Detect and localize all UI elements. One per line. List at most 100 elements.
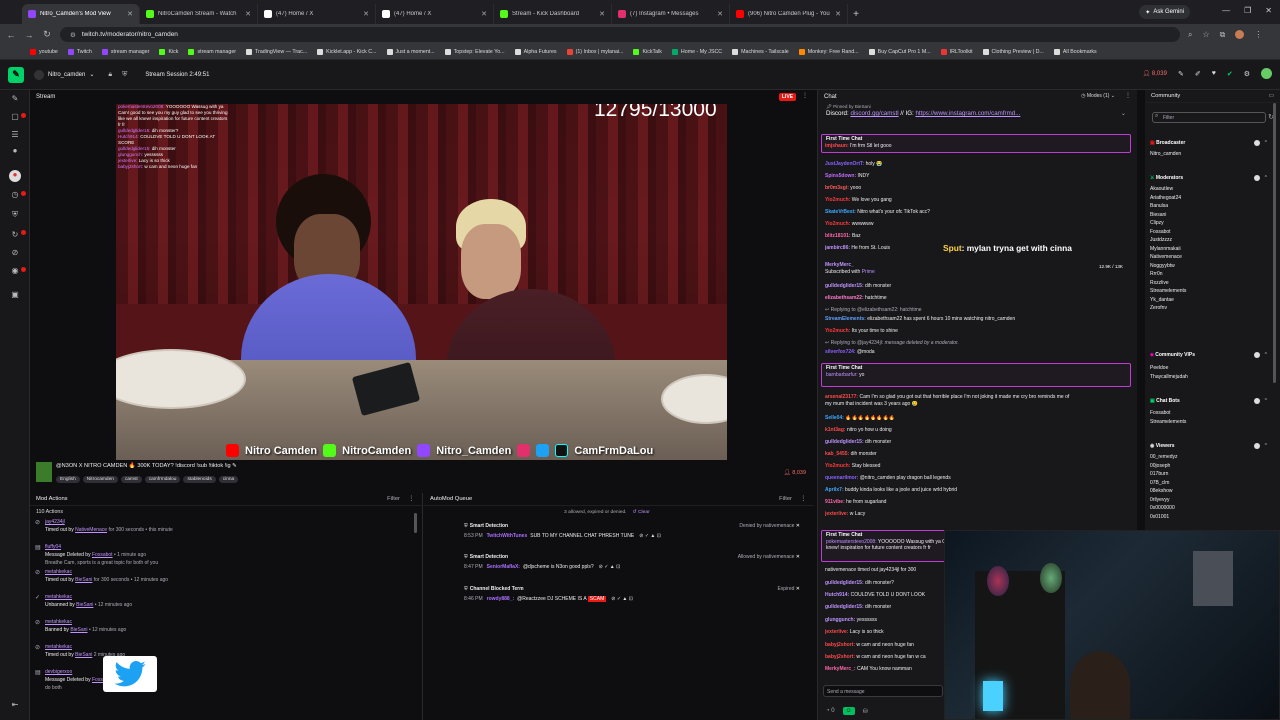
- widget-icon[interactable]: ▣: [9, 290, 21, 302]
- bookmark-item[interactable]: Topstep: Elevate Yo...: [444, 49, 505, 55]
- stream-tag[interactable]: cinna: [218, 476, 239, 483]
- chat-username[interactable]: Yio2much:: [825, 463, 850, 469]
- mod-action-user[interactable]: metahkekac: [45, 643, 422, 651]
- bookmark-item[interactable]: Twitch: [67, 49, 92, 55]
- browser-tab[interactable]: Stream - Kick Dashboard ✕: [494, 4, 612, 24]
- pencil-icon[interactable]: ✎: [9, 94, 21, 106]
- chat-username[interactable]: Spins5down:: [825, 173, 856, 179]
- chat-username[interactable]: MerkyMerc_:: [825, 666, 856, 672]
- community-user[interactable]: Biesani: [1150, 211, 1186, 220]
- browser-tab[interactable]: (7) Instagram • Messages ✕: [612, 4, 730, 24]
- chat-username[interactable]: gulldedglider15:: [825, 283, 864, 289]
- chat-modes-button[interactable]: ◷ Modes (1) ⌄: [1081, 93, 1115, 99]
- shield-icon[interactable]: ⛨: [122, 71, 127, 79]
- chat-username[interactable]: Yio2much:: [825, 221, 850, 227]
- broadcaster-section[interactable]: ▣ Broadcaster ⌃: [1150, 140, 1272, 146]
- community-user[interactable]: Fossabot: [1150, 228, 1186, 237]
- chat-username[interactable]: babyj2short:: [825, 654, 855, 660]
- community-user[interactable]: Fossabot: [1150, 409, 1186, 418]
- tab-close-icon[interactable]: ✕: [245, 10, 251, 18]
- community-user[interactable]: Banulsa: [1150, 202, 1186, 211]
- channel-switcher[interactable]: Nitro_camden ⌄: [34, 69, 94, 80]
- community-user[interactable]: 07B_clm: [1150, 479, 1178, 488]
- tab-close-icon[interactable]: ✕: [481, 10, 487, 18]
- community-user[interactable]: Thaycallmejudah: [1150, 373, 1188, 382]
- bookmark-item[interactable]: Kicklet.app - Kick C...: [317, 49, 377, 55]
- chat-username[interactable]: k1nt3ag:: [825, 427, 846, 433]
- bookmark-item[interactable]: Clothing Preview | D...: [982, 49, 1044, 55]
- chat-username[interactable]: imjshaun:: [825, 143, 849, 149]
- community-user[interactable]: Noggyybtw: [1150, 262, 1186, 271]
- automod-filter-button[interactable]: Filter: [779, 496, 792, 502]
- close-window-icon[interactable]: ✕: [1265, 6, 1272, 15]
- chat-username[interactable]: queenarilmor:: [825, 475, 858, 481]
- bookmark-item[interactable]: Just a moment...: [386, 49, 435, 55]
- edit-icon[interactable]: ✎: [1178, 70, 1184, 78]
- community-user[interactable]: 0x0000000: [1150, 504, 1178, 513]
- discord-link[interactable]: discord.gg/camstl: [850, 110, 898, 117]
- browser-tab[interactable]: (47) Home / X ✕: [258, 4, 376, 24]
- chat-username[interactable]: gulldedglider15:: [825, 580, 864, 586]
- ask-gemini-button[interactable]: ✦ Ask Gemini: [1139, 5, 1190, 19]
- bookmark-item[interactable]: youtube: [30, 49, 58, 55]
- bookmark-item[interactable]: TradingView — Trac...: [246, 49, 307, 55]
- chat-username[interactable]: Yio2much:: [825, 328, 850, 334]
- chat-username[interactable]: JustJaydenOrtT:: [825, 161, 864, 167]
- new-tab-button[interactable]: +: [848, 4, 864, 24]
- community-user[interactable]: Peeldoe: [1150, 364, 1188, 373]
- site-info-icon[interactable]: ⚙: [70, 31, 76, 39]
- chat-username[interactable]: gulldedglider15:: [825, 604, 864, 610]
- vips-section[interactable]: ◆ Community VIPs ⌃: [1150, 352, 1272, 358]
- tab-close-icon[interactable]: ✕: [717, 10, 723, 18]
- channel-points-icon[interactable]: ◔ 0: [826, 708, 835, 714]
- community-scrollbar[interactable]: [1273, 103, 1276, 383]
- community-filter-input[interactable]: Filter: [1152, 112, 1266, 123]
- automod-dismiss-icon[interactable]: ✕: [794, 554, 800, 560]
- bookmark-item[interactable]: Alpha Futures: [514, 49, 557, 55]
- chat-username[interactable]: Aprilx7:: [825, 487, 844, 493]
- community-collapse-icon[interactable]: ▭: [1269, 93, 1274, 99]
- mod-action-moderator[interactable]: BieSani: [76, 602, 93, 608]
- browser-tab[interactable]: Nitro_Camden's Mod View ✕: [22, 4, 140, 24]
- chat-username[interactable]: babyj2short:: [825, 642, 855, 648]
- browser-tab[interactable]: (47) Home / X ✕: [376, 4, 494, 24]
- user-avatar[interactable]: [1261, 68, 1272, 79]
- list-icon[interactable]: ☰: [9, 130, 21, 142]
- mod-action-moderator[interactable]: Fossabot: [92, 552, 113, 558]
- chat-username[interactable]: Yio2much:: [825, 197, 850, 203]
- bookmark-item[interactable]: IRLToolkit: [940, 49, 973, 55]
- mod-action-user[interactable]: devbigerxoo: [45, 668, 422, 676]
- community-user[interactable]: 00joseph: [1150, 462, 1178, 471]
- community-user[interactable]: Akaoutlew: [1150, 185, 1186, 194]
- community-user[interactable]: 00_remedyz: [1150, 453, 1178, 462]
- automod-dismiss-icon[interactable]: ✕: [794, 523, 800, 529]
- community-user[interactable]: Streamelements: [1150, 418, 1186, 427]
- community-user[interactable]: Rrr0n: [1150, 270, 1186, 279]
- chat-username[interactable]: Selle04:: [825, 415, 844, 421]
- community-user[interactable]: Mylannmakaii: [1150, 245, 1186, 254]
- community-user[interactable]: Nativemenace: [1150, 253, 1186, 262]
- mod-action-user[interactable]: fluffy04: [45, 543, 422, 551]
- tab-close-icon[interactable]: ✕: [835, 10, 841, 18]
- shield-icon[interactable]: ⛨: [9, 210, 21, 222]
- chat-username[interactable]: 911vibe:: [825, 499, 845, 505]
- chat-username[interactable]: elizabethsam22:: [825, 295, 864, 301]
- collapse-icon[interactable]: ⇤: [9, 700, 21, 712]
- chat-username[interactable]: kab_5455:: [825, 451, 849, 457]
- chat-username[interactable]: glunggunch:: [825, 617, 855, 623]
- viewers-section[interactable]: ◉ Viewers ⌃: [1150, 443, 1272, 449]
- profile-avatar-icon[interactable]: [1235, 29, 1245, 39]
- mod-action-user[interactable]: metahkekac: [45, 568, 422, 576]
- minimize-icon[interactable]: —: [1222, 6, 1230, 15]
- heart-icon[interactable]: ♥: [1212, 70, 1216, 77]
- menu-dots-icon[interactable]: ⋮: [1254, 30, 1262, 40]
- mod-actions-menu-icon[interactable]: ⋮: [408, 496, 414, 502]
- stream-video[interactable]: pokemasterstevo2008: YOOOOOO Wassug with…: [116, 104, 727, 460]
- tab-close-icon[interactable]: ✕: [127, 10, 133, 18]
- chat-username[interactable]: arsenal23177:: [825, 394, 858, 400]
- emote-button[interactable]: ☺: [842, 707, 855, 715]
- mod-action-user[interactable]: metahkekac: [45, 618, 422, 626]
- clock-icon[interactable]: ◷: [9, 190, 21, 202]
- chat-username[interactable]: blitz18101:: [825, 233, 851, 239]
- community-user[interactable]: Nitro_camden: [1150, 150, 1181, 159]
